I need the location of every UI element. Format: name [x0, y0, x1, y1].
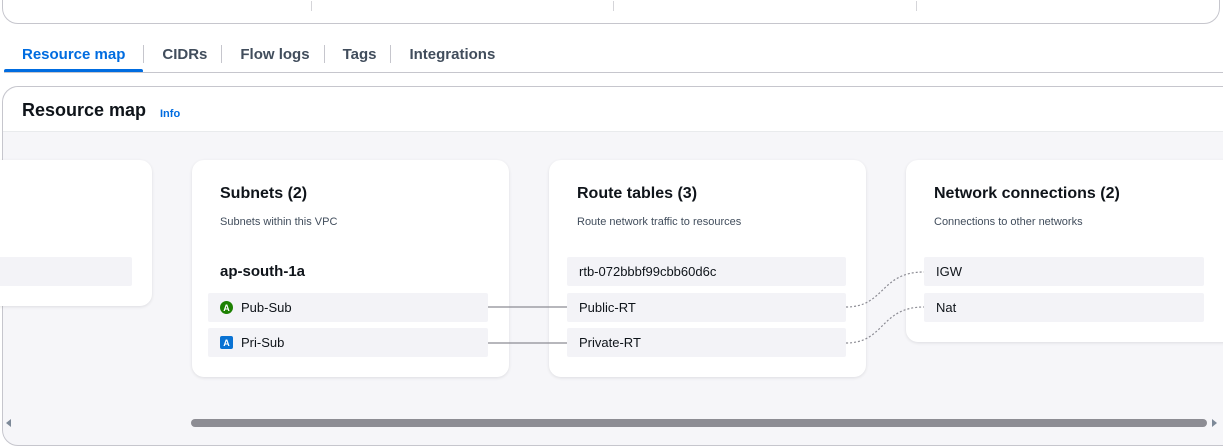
panel-title: Resource map	[22, 100, 147, 120]
tab-label: Resource map	[22, 45, 126, 63]
network-connections-title: Network connections (2)	[934, 185, 1120, 202]
tab-resource-map[interactable]: Resource map	[4, 40, 144, 73]
route-table-label: rtb-072bbbf99cbb60d6c	[579, 264, 717, 279]
tab-label: CIDRs	[162, 45, 208, 63]
tab-label: Flow logs	[240, 45, 310, 63]
tab-label: Tags	[342, 45, 377, 63]
scroll-left-arrow-icon[interactable]	[6, 419, 11, 427]
summary-divider	[916, 1, 917, 11]
network-connection-item-igw[interactable]: IGW	[924, 257, 1204, 286]
route-table-label: Public-RT	[579, 300, 636, 315]
route-table-item-public-rt[interactable]: Public-RT	[567, 293, 846, 322]
network-connection-item-nat[interactable]: Nat	[924, 293, 1204, 322]
route-table-label: Private-RT	[579, 335, 641, 350]
connection-label: Nat	[936, 300, 957, 315]
route-tables-card: Route tables (3) Route network traffic t…	[549, 160, 866, 377]
tabs-divider	[4, 72, 1223, 73]
tab-cidrs[interactable]: CIDRs	[144, 40, 221, 68]
subnet-label: Pub-Sub	[241, 300, 292, 315]
network-connections-card: Network connections (2) Connections to o…	[906, 160, 1223, 342]
horizontal-scrollbar-thumb[interactable]	[191, 419, 1207, 427]
info-link[interactable]: Info	[160, 108, 180, 120]
route-tables-title: Route tables (3)	[577, 185, 698, 202]
route-table-item-private-rt[interactable]: Private-RT	[567, 328, 846, 357]
public-subnet-icon: A	[220, 301, 233, 314]
subnets-subtitle: Subnets within this VPC	[220, 216, 338, 228]
subnets-title: Subnets (2)	[220, 185, 308, 202]
tab-integrations[interactable]: Integrations	[391, 40, 509, 68]
scroll-right-arrow-icon[interactable]	[1212, 419, 1217, 427]
summary-divider	[613, 1, 614, 11]
subnets-card: Subnets (2) Subnets within this VPC ap-s…	[192, 160, 509, 377]
top-summary-card	[2, 0, 1220, 24]
tab-bar: Resource map CIDRs Flow logs Tags Integr…	[4, 40, 509, 73]
tab-flow-logs[interactable]: Flow logs	[222, 40, 323, 68]
subnet-item-pri-sub[interactable]: A Pri-Sub	[208, 328, 488, 357]
tab-label: Integrations	[409, 45, 496, 63]
vpc-item[interactable]	[0, 257, 132, 286]
route-tables-subtitle: Route network traffic to resources	[577, 216, 742, 228]
subnet-label: Pri-Sub	[241, 335, 285, 350]
panel-header: Resource map Info	[3, 87, 1223, 132]
network-connections-subtitle: Connections to other networks	[934, 216, 1083, 228]
availability-zone-label: ap-south-1a	[220, 263, 306, 280]
connection-label: IGW	[936, 264, 962, 279]
summary-divider	[311, 1, 312, 11]
private-subnet-icon: A	[220, 336, 233, 349]
tab-tags[interactable]: Tags	[325, 40, 391, 68]
route-table-item[interactable]: rtb-072bbbf99cbb60d6c	[567, 257, 846, 286]
vpc-card	[0, 160, 152, 306]
subnet-item-pub-sub[interactable]: A Pub-Sub	[208, 293, 488, 322]
